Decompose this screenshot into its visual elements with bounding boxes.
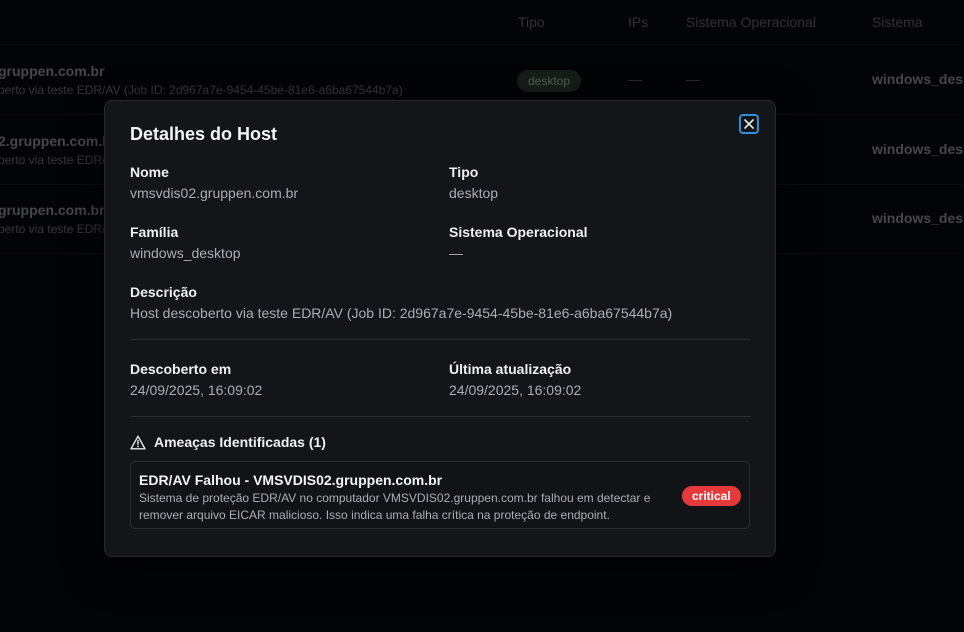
- field-label-ultima-atualizacao: Última atualização: [449, 361, 572, 377]
- field-value-descricao: Host descoberto via teste EDR/AV (Job ID…: [130, 305, 673, 321]
- field-label-tipo: Tipo: [449, 164, 479, 180]
- field-value-ultima-atualizacao: 24/09/2025, 16:09:02: [449, 382, 582, 398]
- field-value-familia: windows_desktop: [130, 245, 241, 261]
- threat-card[interactable]: EDR/AV Falhou - VMSVDIS02.gruppen.com.br…: [130, 461, 750, 529]
- threat-description: Sistema de proteção EDR/AV no computador…: [139, 491, 651, 522]
- threats-header: Ameaças Identificadas (1): [130, 434, 326, 450]
- field-label-descoberto-em: Descoberto em: [130, 361, 232, 377]
- field-value-nome: vmsvdis02.gruppen.com.br: [130, 185, 299, 201]
- divider: [130, 339, 751, 340]
- dialog-title: Detalhes do Host: [130, 124, 278, 144]
- field-value-sistema-operacional: —: [449, 245, 463, 261]
- close-button[interactable]: [739, 114, 759, 134]
- close-icon: [744, 119, 754, 129]
- field-label-descricao: Descrição: [130, 284, 197, 300]
- host-details-dialog: Detalhes do Host Nome vmsvdis02.gruppen.…: [104, 100, 776, 557]
- field-value-descoberto-em: 24/09/2025, 16:09:02: [130, 382, 263, 398]
- field-value-tipo: desktop: [449, 185, 499, 201]
- field-label-sistema-operacional: Sistema Operacional: [449, 224, 588, 240]
- threats-title: Ameaças Identificadas (1): [154, 434, 326, 450]
- threat-title: EDR/AV Falhou - VMSVDIS02.gruppen.com.br: [139, 472, 443, 488]
- severity-badge: critical: [682, 486, 741, 506]
- field-label-familia: Família: [130, 224, 179, 240]
- field-label-nome: Nome: [130, 164, 169, 180]
- divider: [130, 416, 751, 417]
- warning-icon: [130, 435, 146, 449]
